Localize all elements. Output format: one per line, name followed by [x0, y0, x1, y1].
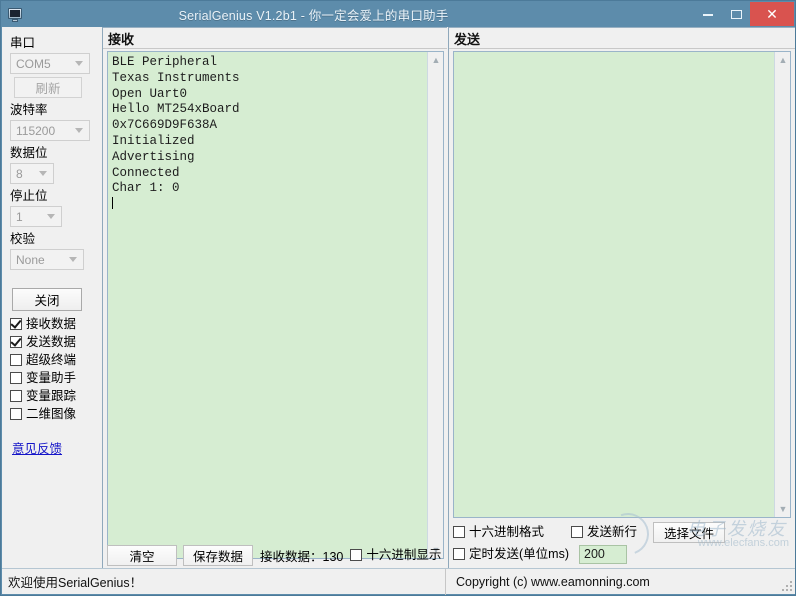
- scroll-down-icon[interactable]: ▼: [775, 501, 790, 517]
- checkbox-label: 二维图像: [26, 406, 77, 421]
- checkbox-label: 接收数据: [26, 316, 77, 331]
- checkbox-variable-trace[interactable]: 变量跟踪: [10, 387, 102, 404]
- checkbox-icon: [350, 548, 363, 561]
- checkbox-icon: [453, 548, 465, 560]
- send-text-content: [454, 52, 774, 517]
- baudrate-label: 波特率: [10, 103, 48, 117]
- window-title: SerialGenius V1.2b1 - 你一定会爱上的串口助手: [178, 8, 449, 23]
- receive-text-content: BLE Peripheral Texas Instruments Open Ua…: [108, 52, 427, 558]
- maximize-button[interactable]: [722, 5, 750, 25]
- checkbox-hex-display[interactable]: 十六进制显示: [350, 546, 441, 563]
- main-body: 串口 COM5 刷新 波特率 115200 数据位 8 停止位 1 校验 Non…: [2, 27, 795, 592]
- application-window: SerialGenius V1.2b1 - 你一定会爱上的串口助手 ✕ 串口 C…: [0, 0, 796, 596]
- chevron-down-icon: [75, 128, 83, 133]
- receive-panel-header: 接收: [103, 27, 447, 49]
- minimize-button[interactable]: [694, 5, 722, 25]
- checkbox-icon: [10, 371, 22, 384]
- checkbox-timed-send[interactable]: 定时发送(单位ms): [453, 546, 579, 563]
- parity-label: 校验: [10, 232, 36, 246]
- databits-label: 数据位: [10, 146, 48, 160]
- checkbox-label: 定时发送(单位ms): [469, 547, 569, 561]
- chevron-down-icon: [39, 171, 47, 176]
- send-textarea[interactable]: ▲ ▼: [453, 51, 791, 518]
- checkbox-label: 超级终端: [26, 352, 77, 367]
- choose-file-button[interactable]: 选择文件: [653, 521, 725, 543]
- checkbox-label: 十六进制显示: [366, 547, 442, 562]
- port-select-value: COM5: [16, 56, 51, 71]
- title-bar: SerialGenius V1.2b1 - 你一定会爱上的串口助手 ✕: [1, 1, 795, 27]
- stopbits-select-value: 1: [16, 209, 23, 224]
- send-panel-header: 发送: [449, 27, 795, 49]
- copyright-text: Copyright (c) www.eamonning.com: [445, 568, 795, 595]
- checkbox-icon: [10, 389, 22, 402]
- send-scrollbar[interactable]: ▲ ▼: [774, 52, 790, 517]
- send-options-row-1: 十六进制格式 发送新行 选择文件: [453, 521, 791, 543]
- checkbox-icon: [453, 526, 465, 538]
- resize-grip[interactable]: [781, 580, 793, 592]
- checkbox-label: 十六进制格式: [469, 525, 545, 539]
- receive-toolbar: 清空 保存数据 接收数据：130 十六进制显示: [107, 544, 444, 566]
- receive-byte-count: 接收数据：130: [260, 549, 344, 564]
- status-message: 欢迎使用SerialGenius！: [8, 576, 143, 590]
- close-button[interactable]: ✕: [750, 2, 794, 26]
- close-port-button[interactable]: 关闭: [12, 288, 82, 311]
- checkbox-variable-helper[interactable]: 变量助手: [10, 369, 102, 386]
- checkbox-icon: [10, 407, 22, 420]
- clear-receive-button[interactable]: 清空: [107, 544, 177, 566]
- receive-scrollbar[interactable]: ▲ ▼: [427, 52, 443, 558]
- checkbox-hex-format[interactable]: 十六进制格式: [453, 524, 571, 541]
- chevron-down-icon: [47, 214, 55, 219]
- scroll-up-icon[interactable]: ▲: [775, 52, 790, 68]
- checkbox-label: 发送数据: [26, 334, 77, 349]
- checkbox-label: 发送新行: [587, 525, 638, 539]
- save-data-button[interactable]: 保存数据: [183, 544, 253, 566]
- databits-select-value: 8: [16, 166, 23, 181]
- checkbox-icon: [10, 335, 22, 348]
- status-bar: 欢迎使用SerialGenius！ Copyright (c) www.eamo…: [2, 568, 795, 595]
- databits-select[interactable]: 8: [10, 163, 54, 184]
- chevron-down-icon: [75, 61, 83, 66]
- send-panel: 发送 ▲ ▼ 十六进制格式 发送新行 选择文件 定时发送(单位ms) 200: [448, 27, 795, 592]
- checkbox-label: 变量助手: [26, 370, 77, 385]
- refresh-ports-button[interactable]: 刷新: [14, 77, 82, 98]
- receive-textarea[interactable]: BLE Peripheral Texas Instruments Open Ua…: [107, 51, 444, 559]
- sidebar: 串口 COM5 刷新 波特率 115200 数据位 8 停止位 1 校验 Non…: [2, 27, 102, 569]
- port-label: 串口: [10, 36, 36, 50]
- checkbox-label: 变量跟踪: [26, 388, 77, 403]
- checkbox-icon: [10, 317, 22, 330]
- scroll-up-icon[interactable]: ▲: [428, 52, 443, 68]
- port-select[interactable]: COM5: [10, 53, 90, 74]
- chevron-down-icon: [69, 257, 77, 262]
- checkbox-super-terminal[interactable]: 超级终端: [10, 351, 102, 368]
- parity-select-value: None: [16, 252, 45, 267]
- checkbox-icon: [10, 353, 22, 366]
- feedback-link[interactable]: 意见反馈: [12, 438, 102, 457]
- checkbox-2d-plot[interactable]: 二维图像: [10, 405, 102, 422]
- checkbox-receive-data[interactable]: 接收数据: [10, 315, 102, 332]
- timed-send-interval-input[interactable]: 200: [579, 544, 627, 564]
- checkbox-send-newline[interactable]: 发送新行: [571, 524, 653, 541]
- stopbits-label: 停止位: [10, 189, 48, 203]
- send-options-row-2: 定时发送(单位ms) 200: [453, 543, 791, 565]
- baudrate-select-value: 115200: [16, 123, 56, 138]
- monitor-icon: [7, 7, 23, 23]
- stopbits-select[interactable]: 1: [10, 206, 62, 227]
- checkbox-icon: [571, 526, 583, 538]
- parity-select[interactable]: None: [10, 249, 84, 270]
- checkbox-send-data[interactable]: 发送数据: [10, 333, 102, 350]
- baudrate-select[interactable]: 115200: [10, 120, 90, 141]
- receive-panel: 接收 BLE Peripheral Texas Instruments Open…: [102, 27, 447, 569]
